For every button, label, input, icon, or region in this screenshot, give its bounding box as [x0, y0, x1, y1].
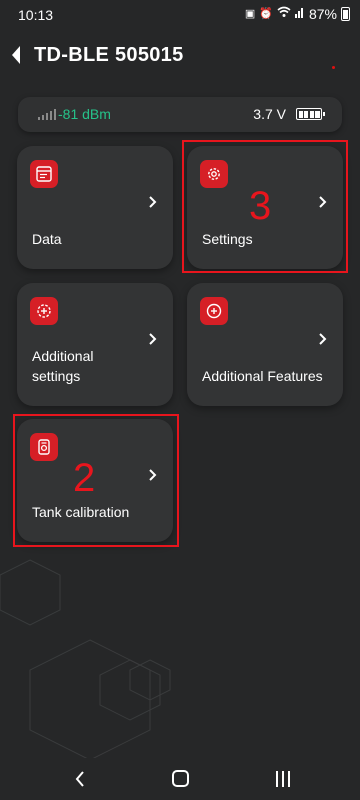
tile-label: Data — [32, 231, 62, 247]
annotation-number-3: 3 — [249, 184, 272, 228]
battery-icon — [296, 108, 325, 120]
nav-back-icon[interactable] — [74, 770, 86, 788]
tile-label: Additional Features — [202, 368, 323, 384]
back-button[interactable] — [10, 44, 24, 66]
battery-percent: 87% — [308, 6, 337, 22]
nav-home-icon[interactable] — [172, 770, 189, 787]
chevron-right-icon — [149, 196, 157, 208]
plus-circle-icon — [200, 297, 228, 325]
annotation-number-2: 2 — [73, 456, 96, 500]
alarm-icon: ⏰ — [259, 8, 273, 20]
notification-icon: ▣ — [244, 8, 256, 20]
signal-status-bar: -81 dBm 3.7 V — [18, 97, 342, 132]
cell-signal-icon — [294, 6, 305, 22]
document-icon — [30, 160, 58, 188]
chevron-right-icon — [149, 333, 157, 345]
page-title: TD-BLE 505015 — [34, 44, 184, 66]
status-time: 10:13 — [18, 7, 54, 23]
battery-status-icon — [341, 7, 350, 21]
status-bar: 10:13 ▣ ⏰ 87% — [0, 0, 360, 30]
indicator-dot — [332, 66, 335, 69]
tile-data[interactable]: Data — [17, 146, 173, 269]
nav-recents-icon[interactable] — [276, 771, 290, 787]
system-nav-bar — [0, 758, 360, 800]
app-header: TD-BLE 505015 — [0, 30, 360, 82]
tile-additional-settings[interactable]: Additional settings — [17, 283, 173, 406]
status-icons: ▣ ⏰ 87% — [245, 6, 350, 22]
wifi-icon — [277, 6, 291, 22]
gear-plus-icon — [30, 297, 58, 325]
background-pattern — [0, 559, 171, 760]
tile-additional-features[interactable]: Additional Features — [187, 283, 343, 406]
voltage-value: 3.7 V — [253, 106, 286, 122]
rssi-value: -81 dBm — [58, 106, 111, 122]
annotation-box-tank — [13, 414, 179, 547]
chevron-right-icon — [319, 333, 327, 345]
signal-strength-icon — [38, 109, 56, 120]
tile-label: Additional settings — [32, 348, 94, 384]
